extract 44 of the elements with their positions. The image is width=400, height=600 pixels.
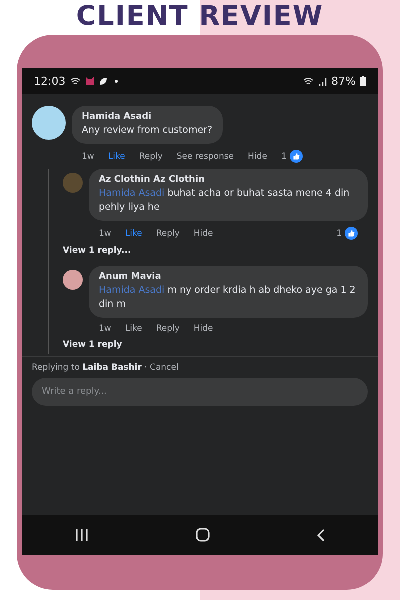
cat-face-icon xyxy=(84,76,95,86)
notification-dot xyxy=(114,80,118,82)
reply-input-field[interactable]: Write a reply... xyxy=(32,378,368,406)
hide-link[interactable]: Hide xyxy=(194,228,214,238)
reply-link[interactable]: Reply xyxy=(156,324,180,334)
page-title: CLIENT REVIEW xyxy=(76,0,324,34)
see-response-link[interactable]: See response xyxy=(176,152,234,162)
back-icon[interactable] xyxy=(316,528,325,542)
hide-link[interactable]: Hide xyxy=(248,152,268,162)
thumbs-up-icon xyxy=(290,150,303,163)
reply-time: 1w xyxy=(99,228,112,238)
view-replies-link[interactable]: View 1 reply... xyxy=(63,244,368,260)
comment-time: 1w xyxy=(82,152,94,162)
signal-icon xyxy=(318,76,328,86)
like-count: 1 xyxy=(281,152,287,162)
recent-apps-icon[interactable] xyxy=(75,529,90,541)
home-icon[interactable] xyxy=(196,528,210,542)
battery-icon xyxy=(360,76,366,86)
comment-text: Any review from customer? xyxy=(82,124,213,138)
wifi-icon xyxy=(302,76,315,86)
reply-link[interactable]: Reply xyxy=(156,228,180,238)
avatar-photo-placeholder xyxy=(63,173,83,193)
like-count: 1 xyxy=(336,228,342,238)
reply-author: Az Clothin Az Clothin xyxy=(99,175,206,185)
avatar-photo-placeholder xyxy=(63,270,83,290)
like-link[interactable]: Like xyxy=(108,152,126,162)
reply-link[interactable]: Reply xyxy=(139,152,163,162)
hide-link[interactable]: Hide xyxy=(194,324,214,334)
like-link[interactable]: Like xyxy=(125,324,142,334)
cancel-link[interactable]: Cancel xyxy=(150,363,179,373)
view-replies-link[interactable]: View 1 reply xyxy=(63,338,368,354)
battery-level: 87% xyxy=(332,74,356,88)
reply-time: 1w xyxy=(99,324,112,334)
like-link[interactable]: Like xyxy=(125,228,142,238)
comment-author: Hamida Asadi xyxy=(82,112,153,122)
thumbs-up-icon xyxy=(345,227,358,240)
leaf-icon xyxy=(98,76,108,86)
status-time: 12:03 xyxy=(34,74,66,88)
replying-to-text: Replying to Laiba Bashir · Cancel xyxy=(32,363,180,373)
reply-text: Hamida Asadi m ny order krdia h ab dheko aye ga 1 2 din m xyxy=(99,284,357,312)
reply-text: Hamida Asadi buhat acha or buhat sasta mene 4 din pehly liya he xyxy=(99,187,351,215)
wifi-icon xyxy=(70,76,81,86)
reply-author: Anum Mavia xyxy=(99,272,162,282)
avatar-photo-placeholder xyxy=(32,106,66,140)
